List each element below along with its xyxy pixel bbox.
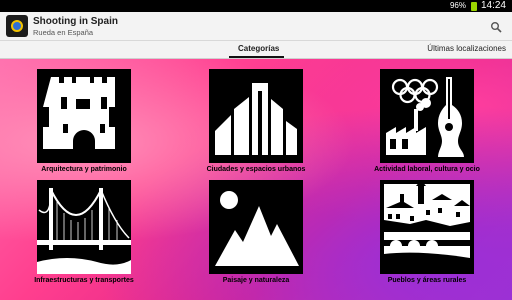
category-label: Actividad laboral, cultura y ocio xyxy=(374,166,480,173)
category-ciudades[interactable]: Ciudades y espacios urbanos xyxy=(191,69,321,173)
category-arquitectura[interactable]: Arquitectura y patrimonio xyxy=(19,69,149,173)
category-label: Paisaje y naturaleza xyxy=(222,277,290,284)
battery-percentage: 96% xyxy=(449,1,466,10)
tab-bar: Categorías Últimas localizaciones xyxy=(0,41,512,59)
status-bar: 96% 14:24 xyxy=(0,0,512,12)
category-infraestructuras[interactable]: Infraestructuras y transportes xyxy=(19,180,149,284)
category-actividad[interactable]: Actividad laboral, cultura y ocio xyxy=(362,69,492,173)
city-buildings-icon xyxy=(209,69,303,163)
category-label: Pueblos y áreas rurales xyxy=(387,277,467,284)
action-bar: Shooting in Spain Rueda en España xyxy=(0,12,512,41)
app-title: Shooting in Spain xyxy=(33,16,118,27)
category-grid: Arquitectura y patrimonio Ciudades y esp… xyxy=(0,59,512,300)
tab-ultimas-localizaciones[interactable]: Últimas localizaciones xyxy=(427,44,506,53)
category-pueblos[interactable]: Pueblos y áreas rurales xyxy=(362,180,492,284)
clock: 14:24 xyxy=(480,0,506,11)
category-label: Ciudades y espacios urbanos xyxy=(206,166,306,173)
app-logo-icon[interactable] xyxy=(6,15,28,37)
category-label: Arquitectura y patrimonio xyxy=(41,166,127,173)
village-icon xyxy=(380,180,474,274)
bridge-icon xyxy=(37,180,131,274)
tab-selected-indicator xyxy=(229,56,284,58)
tab-categorias[interactable]: Categorías xyxy=(238,44,279,53)
search-icon[interactable] xyxy=(490,21,502,33)
olympic-guitar-factory-icon xyxy=(380,69,474,163)
app-subtitle: Rueda en España xyxy=(33,28,94,37)
battery-icon xyxy=(471,2,477,11)
mountains-sun-icon xyxy=(209,180,303,274)
category-label: Infraestructuras y transportes xyxy=(34,277,134,284)
castle-icon xyxy=(37,69,131,163)
category-paisaje[interactable]: Paisaje y naturaleza xyxy=(191,180,321,284)
